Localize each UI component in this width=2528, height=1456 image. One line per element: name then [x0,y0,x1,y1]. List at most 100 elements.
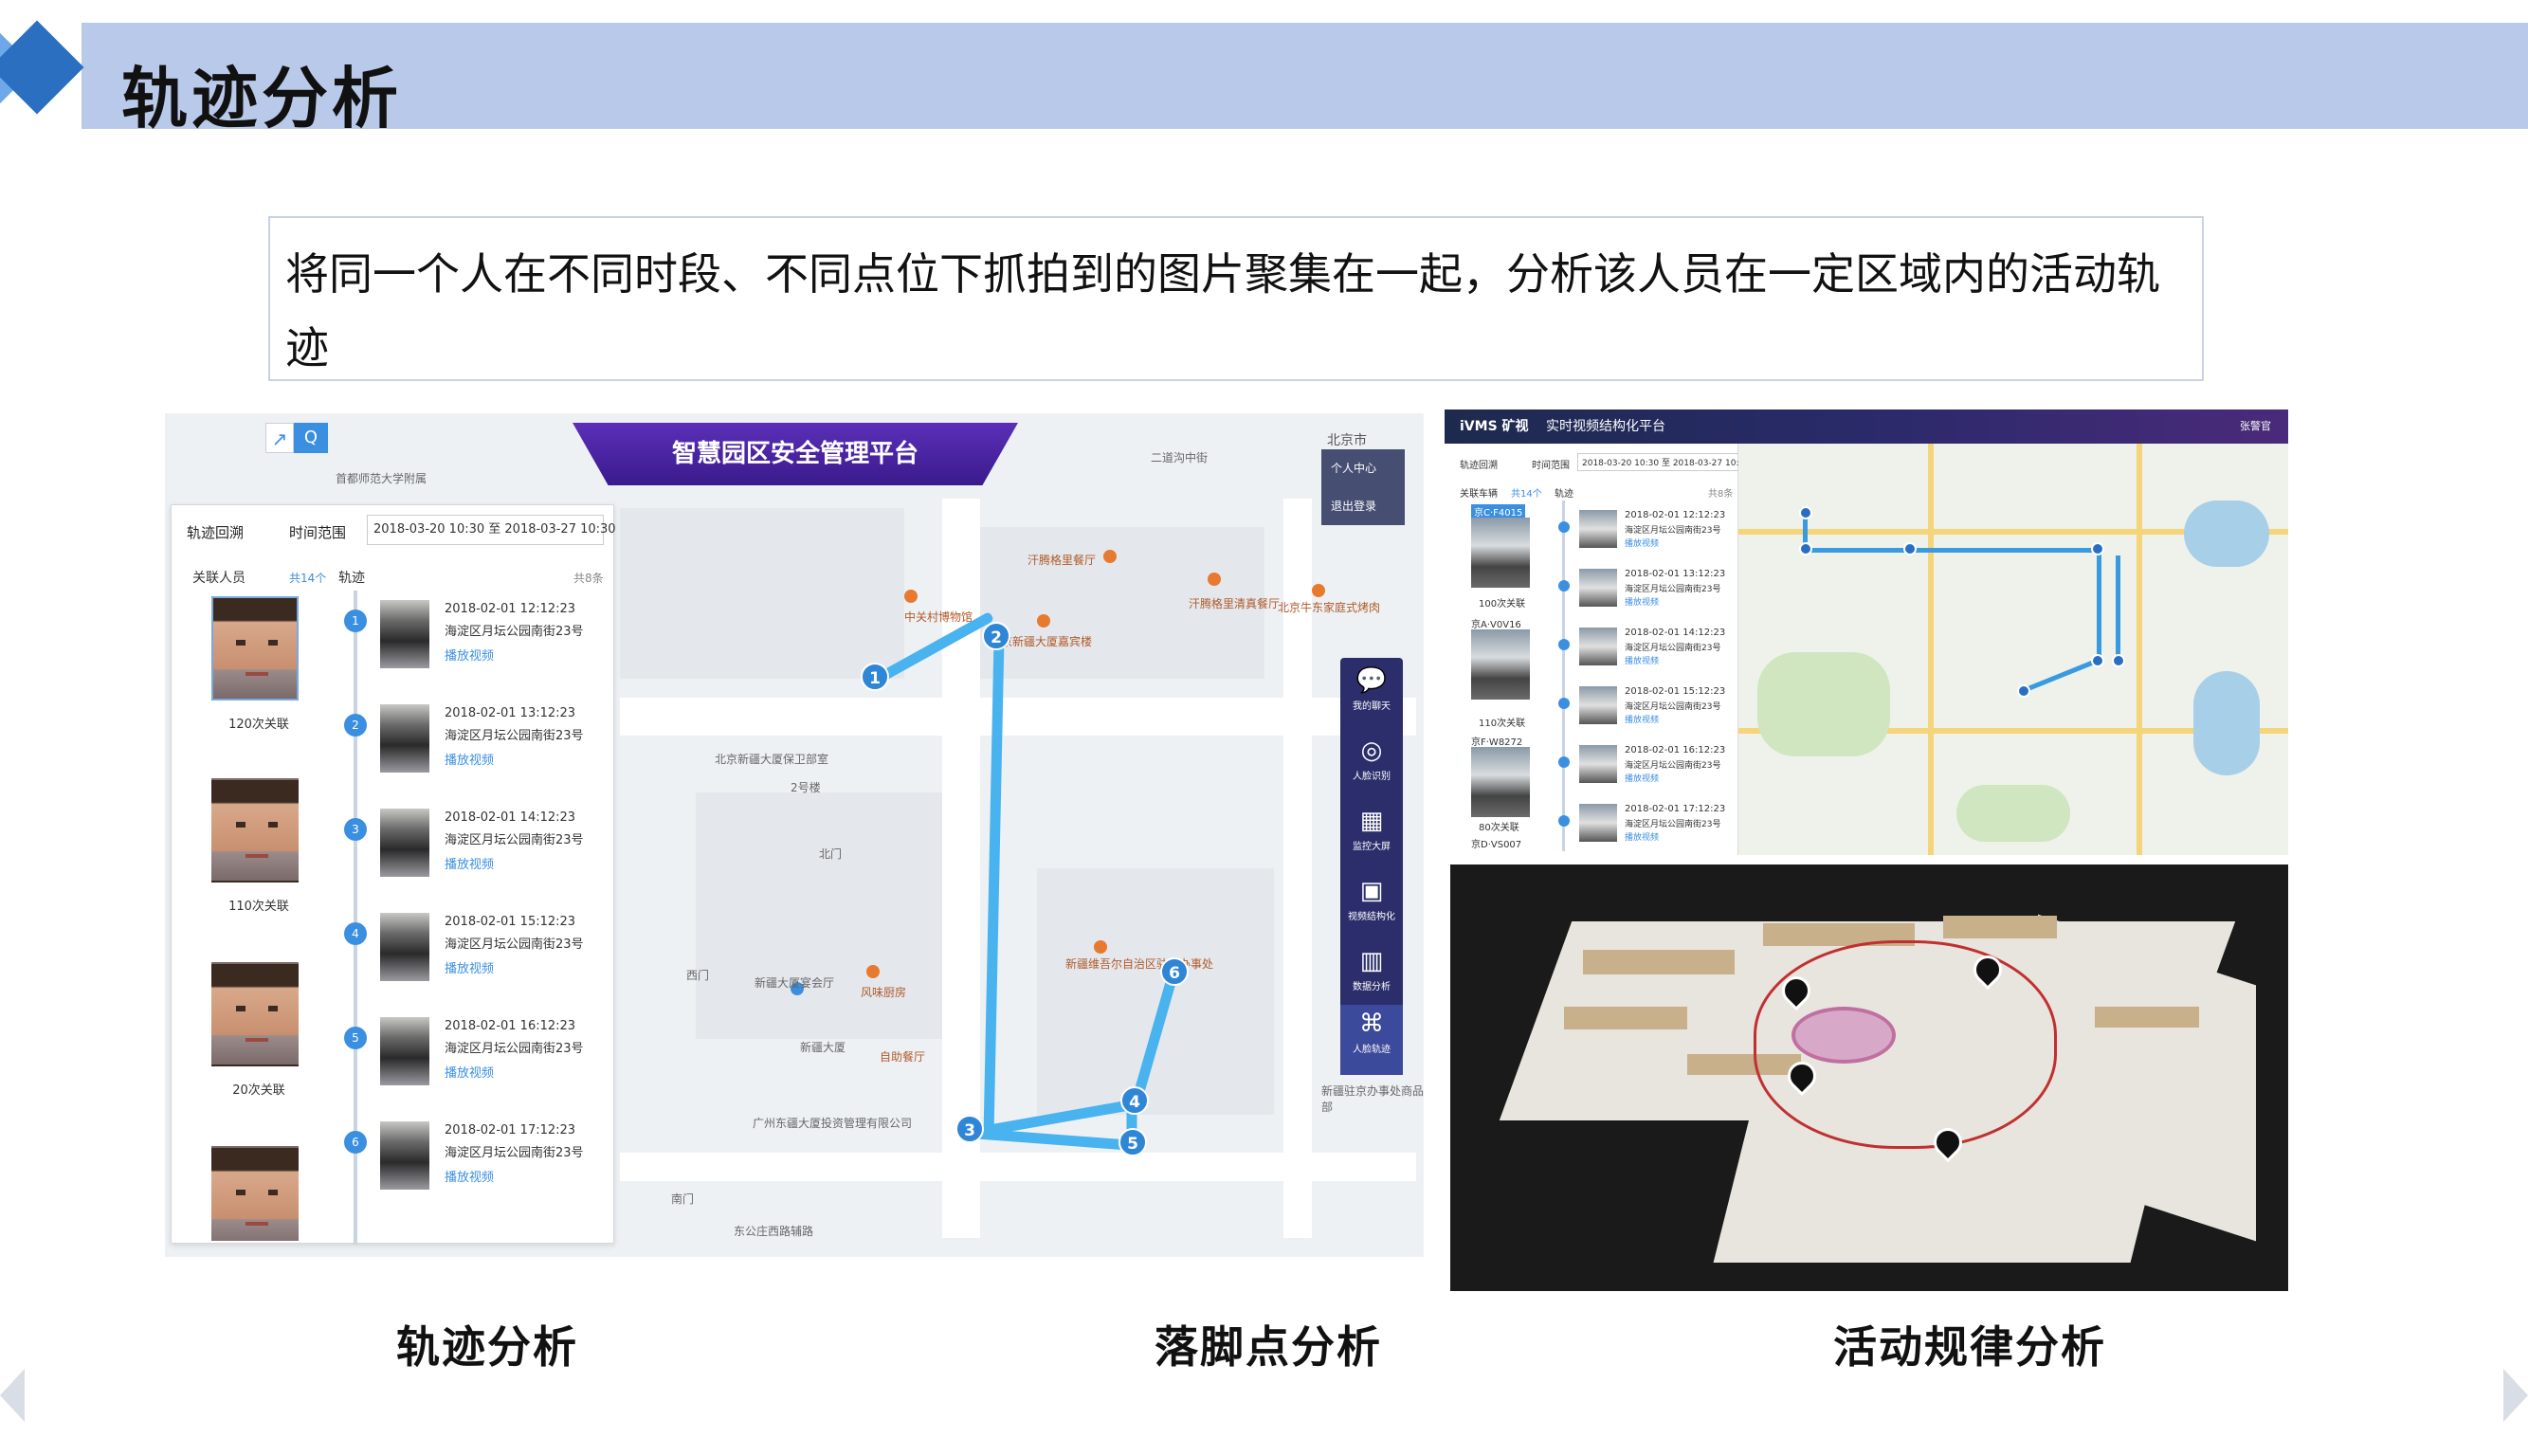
prev-slide-arrow-icon[interactable] [0,1369,25,1422]
record-address: 海淀区月坛公园南街23号 [1625,526,1721,536]
capture-thumbnail[interactable] [1579,745,1617,783]
vehicle-track-node[interactable] [1903,542,1917,555]
capture-thumbnail[interactable] [1579,510,1617,548]
vehicle-photo[interactable] [1471,629,1530,700]
record-time: 2018-02-01 12:12:23 [445,602,576,616]
time-range-input[interactable]: 2018-03-20 10:30 至 2018-03-27 10:30 [367,515,616,545]
vehicle-track-node[interactable] [2091,654,2104,667]
sidebar-item-video-structuring[interactable]: ▣ 视频结构化 [1340,872,1403,942]
panel-tab[interactable]: 轨迹回溯 [1460,457,1498,471]
map-lake [2193,671,2260,775]
map-poi-label: 首都师范大学附属 [336,472,427,485]
timeline-node [1558,580,1570,592]
trajectory-node[interactable]: 4 [1120,1086,1149,1115]
person-card[interactable]: 110次关联 [211,778,306,914]
capture-thumbnail[interactable] [380,704,429,773]
map-block [696,792,942,1039]
record-time: 2018-02-01 13:12:23 [1625,569,1726,579]
capture-thumbnail[interactable] [380,600,429,668]
map-pin-icon [1103,550,1117,563]
vehicle-track-node[interactable] [2091,542,2104,555]
next-slide-arrow-icon[interactable] [2503,1369,2528,1422]
capture-thumbnail[interactable] [1579,628,1617,665]
track-label: 轨迹 [338,571,365,586]
time-range-input[interactable]: 2018-03-20 10:30 至 2018-03-27 10:30 [1577,453,1755,471]
persons-count: 共14个 [289,572,327,585]
play-video-link[interactable]: 播放视频 [445,750,494,768]
trajectory-node[interactable]: 6 [1160,957,1189,986]
sidebar-item-monitor-screen[interactable]: ▦ 监控大屏 [1340,802,1403,872]
map-block [1037,868,1274,1115]
play-video-link[interactable]: 播放视频 [1625,654,1659,666]
vehicle-track-segment [2097,548,2101,662]
sidebar-item-face-recognition[interactable]: ◎ 人脸识别 [1340,732,1403,802]
capture-thumbnail[interactable] [380,1121,429,1190]
capture-thumbnail[interactable] [1579,804,1617,842]
play-video-link[interactable]: 播放视频 [1625,595,1659,608]
vehicle-track-node[interactable] [2017,684,2030,698]
locate-icon[interactable]: ↗ [265,423,294,453]
vehicle-map[interactable] [1738,444,2288,855]
sidebar-item-chat[interactable]: 💬 我的聊天 [1340,662,1403,732]
city-selector[interactable]: 北京市 [1327,430,1367,449]
record-address: 海淀区月坛公园南街23号 [445,833,584,847]
vehicle-track-segment [1805,548,2099,553]
vehicle-track-node[interactable] [1799,506,1812,519]
sidebar-item-face-trajectory[interactable]: ⌘ 人脸轨迹 [1340,1005,1403,1075]
search-button[interactable]: Q [294,423,328,453]
map-poi-label: 二道沟中街 [1151,451,1209,464]
play-video-link[interactable]: 播放视频 [445,854,494,872]
person-face-photo [211,962,299,1066]
logout-menu-item[interactable]: 退出登录 [1321,487,1405,525]
play-video-link[interactable]: 播放视频 [445,1167,494,1185]
map-pin-icon [904,590,918,603]
record-time: 2018-02-01 17:12:23 [445,1123,576,1138]
capture-thumbnail[interactable] [380,1017,429,1085]
play-video-link[interactable]: 播放视频 [1625,537,1659,549]
user-name[interactable]: 张警官 [2240,410,2271,444]
trajectory-node[interactable]: 1 [861,663,889,691]
timeline-track [1562,500,1565,851]
play-video-link[interactable]: 播放视频 [1625,830,1659,843]
person-face-photo [211,596,299,701]
person-card[interactable] [211,1146,306,1241]
vehicle-trajectory-panel: 轨迹回溯 时间范围 2018-03-20 10:30 至 2018-03-27 … [1445,444,1755,855]
map-poi-label: 北京新疆大厦保卫部室 [715,753,829,766]
vehicle-photo[interactable] [1471,747,1530,817]
sidebar-item-data-analysis[interactable]: ▥ 数据分析 [1340,942,1403,1012]
capture-thumbnail[interactable] [1579,569,1617,607]
vehicle-caption: 80次关联 [1479,823,1519,833]
play-video-link[interactable]: 播放视频 [445,646,494,664]
slide-title: 轨迹分析 [121,60,402,137]
trajectory-node[interactable]: 5 [1119,1128,1147,1156]
platform-header: iVMS 矿视 实时视频结构化平台 张警官 [1445,410,2288,444]
trajectory-node[interactable]: 2 [982,622,1010,650]
play-video-link[interactable]: 播放视频 [445,958,494,976]
timeline-node [1558,639,1570,650]
record-time: 2018-02-01 15:12:23 [1625,686,1726,697]
trajectory-segment [970,1128,1134,1151]
play-video-link[interactable]: 播放视频 [445,1063,494,1081]
profile-menu-item[interactable]: 个人中心 [1321,449,1405,487]
person-card[interactable]: 120次关联 [211,596,306,732]
timeline-node [1558,815,1570,827]
vehicle-trajectory-screenshot: iVMS 矿视 实时视频结构化平台 张警官 轨迹回溯 时间范围 2018-03-… [1445,410,2288,855]
vehicle-track-node[interactable] [2112,654,2125,667]
vehicle-track-node[interactable] [1799,542,1812,555]
capture-thumbnail[interactable] [1579,686,1617,724]
track-label: 轨迹 [1555,489,1573,500]
map-poi-label: 新疆驻京办事处商品部 [1321,1084,1424,1114]
play-video-link[interactable]: 播放视频 [1625,772,1659,784]
person-card[interactable]: 20次关联 [211,962,306,1098]
track-count: 共8条 [1708,489,1734,500]
record-time: 2018-02-01 14:12:23 [445,810,576,825]
play-video-link[interactable]: 播放视频 [1625,713,1659,725]
map-pin-icon [1208,573,1221,586]
capture-thumbnail[interactable] [380,913,429,981]
capture-thumbnail[interactable] [380,809,429,877]
timeline-node: 6 [344,1131,367,1154]
vehicle-photo[interactable] [1471,518,1530,588]
trajectory-node[interactable]: 3 [955,1115,984,1143]
timeline-node: 3 [344,818,367,841]
platform-banner: 智慧园区安全管理平台 [573,423,1018,485]
